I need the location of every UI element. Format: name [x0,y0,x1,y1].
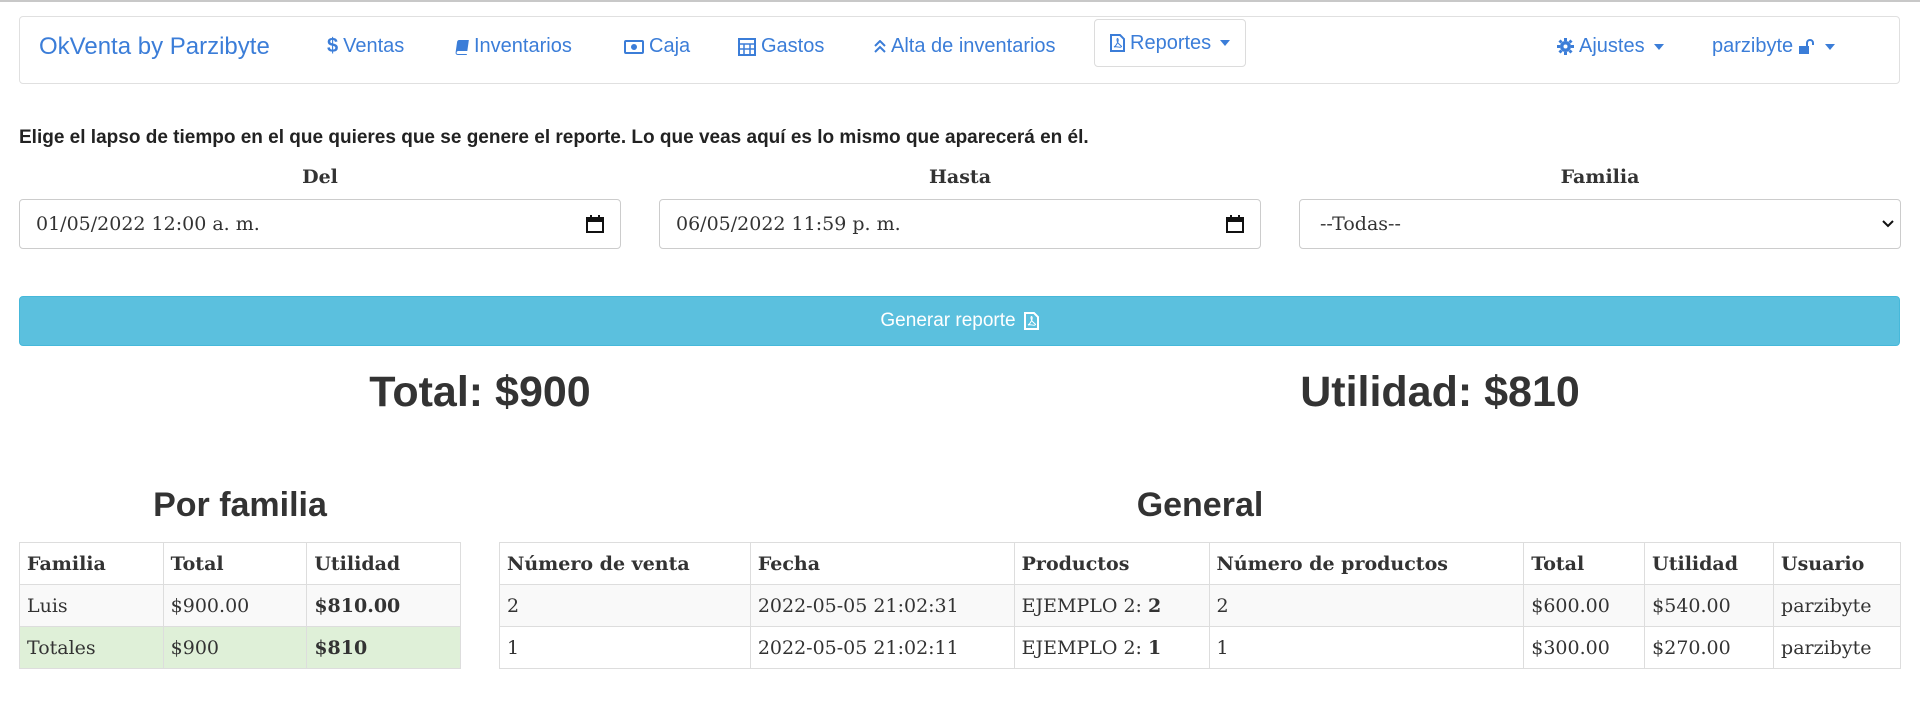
general-title: General [1136,486,1264,524]
nav-inventarios[interactable]: Inventarios [453,35,572,58]
cell-usuario: parzibyte [1773,584,1901,627]
col-fecha: Fecha [749,542,1015,585]
cell-productos: EJEMPLO 2: 1 [1013,626,1210,669]
col-usuario: Usuario [1773,542,1901,585]
nav-ajustes-label: Ajustes [1579,35,1645,57]
double-chevron-up-icon [874,39,886,53]
col-productos: Productos [1013,542,1210,585]
cell-usuario: parzibyte [1773,626,1901,669]
file-pdf-icon [1110,34,1125,52]
money-bill-icon [624,39,644,54]
col-total: Total [162,542,308,585]
cell-totales-utilidad: $810 [306,626,461,669]
nav-gastos[interactable]: Gastos [738,35,824,58]
nav-ventas-label: Ventas [343,35,405,57]
nav-user-label: parzibyte [1712,35,1794,57]
unlock-icon [1799,38,1815,54]
col-numero-productos: Número de productos [1208,542,1525,585]
nav-reportes-dropdown[interactable]: Reportes [1094,19,1247,67]
product-quantity: 2 [1148,594,1162,617]
calendar-icon[interactable] [1226,215,1244,233]
nav-gastos-label: Gastos [761,35,825,57]
por-familia-title: Por familia [153,486,327,524]
cell-numero-venta: 1 [499,626,751,669]
col-utilidad: Utilidad [306,542,461,585]
nav-reportes-label: Reportes [1130,31,1212,54]
cell-totales-total: $900 [162,626,308,669]
nav-alta-inventarios-label: Alta de inventarios [891,35,1056,57]
gear-icon [1557,38,1574,55]
table-row: 1 2022-05-05 21:02:11 EJEMPLO 2: 1 1 $30… [499,626,1901,669]
family-select[interactable]: --Todas-- [1299,199,1901,249]
from-datetime-value: 01/05/2022 12:00 a. m. [36,213,260,235]
product-name: EJEMPLO 2: [1021,594,1142,617]
table-header-row: Familia Total Utilidad [19,542,461,585]
chevron-down-icon [1825,43,1836,50]
product-quantity: 1 [1148,636,1162,659]
cell-totales-label: Totales [19,626,164,669]
family-select-value: --Todas-- [1320,213,1401,235]
product-name: EJEMPLO 2: [1021,636,1142,659]
intro-text: Elige el lapso de tiempo en el que quier… [19,127,1089,148]
cell-utilidad: $540.00 [1644,584,1775,627]
family-table: Familia Total Utilidad Luis $900.00 $810… [19,542,461,669]
chevron-down-icon [1882,220,1894,228]
to-datetime-input[interactable]: 06/05/2022 11:59 p. m. [659,199,1261,249]
cell-fecha: 2022-05-05 21:02:31 [749,584,1015,627]
file-pdf-icon [1023,312,1039,330]
generate-report-button[interactable]: Generar reporte [19,296,1900,346]
cell-total: $600.00 [1523,584,1646,627]
chevron-down-icon [1220,40,1231,46]
nav-caja[interactable]: Caja [624,35,690,58]
family-label: Familia [1560,166,1640,188]
cell-productos: EJEMPLO 2: 2 [1013,584,1210,627]
calculator-icon [738,37,756,56]
table-row: 2 2022-05-05 21:02:31 EJEMPLO 2: 2 2 $60… [499,584,1901,627]
chevron-down-icon [1653,43,1664,50]
cell-familia: Luis [19,584,164,627]
totals-row: Totales $900 $810 [19,626,461,669]
to-label: Hasta [928,166,992,188]
dollar-icon: $ [327,35,339,57]
calendar-icon[interactable] [586,215,604,233]
cell-numero-venta: 2 [499,584,751,627]
cell-fecha: 2022-05-05 21:02:11 [749,626,1015,669]
cell-total: $900.00 [162,584,308,627]
col-familia: Familia [19,542,164,585]
total-summary: Total: $900 [369,368,591,416]
nav-ventas[interactable]: $ Ventas [327,35,404,58]
nav-inventarios-label: Inventarios [474,35,572,57]
navbar: OkVenta by Parzibyte $ Ventas Inventario… [19,16,1900,84]
book-icon [455,39,469,55]
table-row: Luis $900.00 $810.00 [19,584,461,627]
from-datetime-input[interactable]: 01/05/2022 12:00 a. m. [19,199,621,249]
cell-numero-productos: 2 [1208,584,1525,627]
from-label: Del [302,166,338,188]
cell-total: $300.00 [1523,626,1646,669]
col-total: Total [1523,542,1646,585]
cell-utilidad: $810.00 [306,584,461,627]
table-header-row: Número de venta Fecha Productos Número d… [499,542,1901,585]
utilidad-summary: Utilidad: $810 [1300,368,1580,416]
nav-caja-label: Caja [649,35,691,57]
brand-link[interactable]: OkVenta by Parzibyte [39,33,270,61]
col-numero-venta: Número de venta [499,542,751,585]
col-utilidad: Utilidad [1644,542,1775,585]
nav-alta-inventarios[interactable]: Alta de inventarios [874,35,1056,58]
general-table: Número de venta Fecha Productos Número d… [499,542,1901,669]
nav-user-dropdown[interactable]: parzibyte [1712,35,1836,58]
cell-utilidad: $270.00 [1644,626,1775,669]
generate-report-label: Generar reporte [880,310,1016,331]
nav-ajustes-dropdown[interactable]: Ajustes [1557,35,1664,58]
to-datetime-value: 06/05/2022 11:59 p. m. [676,213,901,235]
cell-numero-productos: 1 [1208,626,1525,669]
